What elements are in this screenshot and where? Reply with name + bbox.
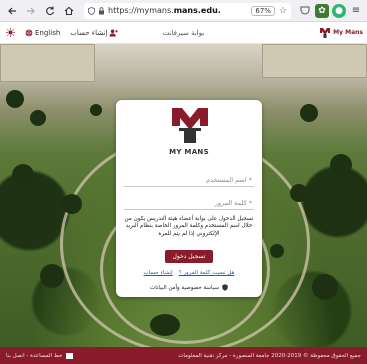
- create-account-link[interactable]: إنشاء حساب: [70, 28, 119, 37]
- tree: [150, 314, 180, 336]
- login-instructions: تسجيل الدخول على بوابة أعضاء هيئة التدري…: [124, 216, 254, 238]
- menu-icon[interactable]: ≡: [349, 4, 363, 18]
- address-bar[interactable]: https://mymans. mans.edu. 67% ☆: [84, 2, 291, 19]
- site-footer: خط المساعدة - اتصل بنا جميع الحقوق محفوظ…: [0, 347, 367, 364]
- url-host: mans.edu.: [173, 6, 221, 15]
- site-header: English إنشاء حساب بوابة سيرفانت My Mans: [0, 22, 367, 44]
- building-right: [262, 44, 367, 78]
- password-input[interactable]: [124, 196, 254, 210]
- browser-toolbar: https://mymans. mans.edu. 67% ☆ ✿ ● ≡: [0, 0, 367, 22]
- pocket-icon[interactable]: [298, 4, 312, 18]
- login-instructions-extra: للمرة: [158, 230, 172, 237]
- brand[interactable]: My Mans: [319, 27, 363, 39]
- logo-icon: [320, 27, 331, 38]
- tree: [330, 154, 352, 176]
- building-left: [0, 44, 95, 82]
- tree: [30, 110, 46, 126]
- add-user-icon: [109, 28, 119, 37]
- extension-icon[interactable]: ✿: [315, 3, 329, 18]
- tree: [312, 274, 338, 300]
- star-icon[interactable]: ☆: [279, 6, 287, 16]
- document-icon: [66, 352, 74, 359]
- tree: [90, 104, 102, 116]
- reload-button[interactable]: [42, 3, 58, 19]
- login-card: MY MANS تسجيل الدخول على بوابة أعضاء هيئ…: [116, 100, 262, 297]
- forward-button[interactable]: [23, 3, 39, 19]
- tree: [270, 244, 284, 258]
- auth-links: هل نسيت كلمة المرور ؟ إنشاء حساب: [116, 270, 262, 276]
- tree: [6, 90, 24, 108]
- arrow-left-icon: [8, 7, 16, 14]
- header-center-text: بوابة سيرفانت: [162, 28, 205, 37]
- helpline-link[interactable]: خط المساعدة - اتصل بنا: [6, 352, 74, 359]
- lock-icon: [99, 6, 104, 14]
- create-account-label: إنشاء حساب: [70, 28, 108, 37]
- forgot-password-link[interactable]: هل نسيت كلمة المرور ؟: [179, 270, 235, 276]
- copyright-text: جميع الحقوق محفوظة © 2019-2020 جامعة الم…: [178, 352, 361, 359]
- home-button[interactable]: [61, 3, 77, 19]
- login-button[interactable]: تسجيل دخول: [165, 250, 213, 263]
- logo-text: MY MANS: [169, 148, 209, 156]
- back-button[interactable]: [4, 3, 20, 19]
- mymans-logo: [172, 108, 208, 143]
- register-link[interactable]: إنشاء حساب: [144, 270, 173, 276]
- language-link[interactable]: English: [25, 29, 60, 37]
- home-icon: [64, 6, 74, 15]
- extension-green-icon[interactable]: ●: [332, 3, 346, 18]
- login-instructions-text: تسجيل الدخول على بوابة أعضاء هيئة التدري…: [124, 216, 254, 237]
- arrow-right-icon: [27, 7, 35, 14]
- username-input[interactable]: [124, 173, 254, 187]
- tree: [40, 264, 64, 288]
- language-label: English: [35, 28, 61, 37]
- globe-icon: [25, 28, 33, 37]
- privacy-policy-label: سياسة خصوصية وأمن البيانات: [150, 284, 219, 291]
- tree: [300, 104, 318, 122]
- helpline-label: خط المساعدة - اتصل بنا: [6, 352, 63, 359]
- shield-icon: [222, 284, 228, 291]
- tree: [62, 194, 82, 214]
- reload-icon: [46, 6, 55, 15]
- shield-icon: [88, 6, 95, 15]
- zoom-level[interactable]: 67%: [251, 5, 275, 16]
- tree: [12, 164, 34, 186]
- url-prefix: https://mymans.: [108, 6, 174, 15]
- tree: [290, 184, 308, 202]
- privacy-policy-link[interactable]: سياسة خصوصية وأمن البيانات: [116, 284, 262, 291]
- brand-label: My Mans: [333, 29, 363, 36]
- sun-icon[interactable]: [6, 28, 15, 37]
